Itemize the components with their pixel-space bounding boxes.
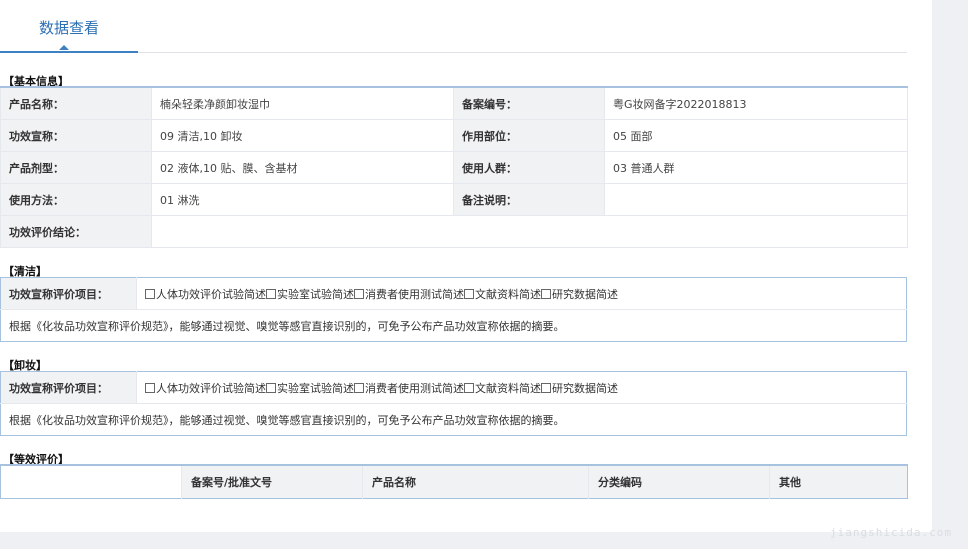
- dosage-form-value: 02 液体,10 贴、膜、含基材: [151, 151, 454, 184]
- checkbox-icon[interactable]: [145, 382, 155, 393]
- option-lab-test[interactable]: 实验室试验简述: [266, 288, 354, 301]
- target-users-value: 03 普通人群: [604, 151, 908, 184]
- table-row: 功效宣称评价项目： 人体功效评价试验简述 实验室试验简述 消费者使用测试简述 文献资料…: [0, 277, 907, 310]
- checkbox-icon[interactable]: [266, 288, 276, 299]
- option-research-data[interactable]: 研究数据简述: [541, 288, 618, 301]
- dosage-form-label: 产品剂型：: [0, 151, 152, 184]
- checkbox-icon[interactable]: [354, 288, 364, 299]
- header-blank: [0, 465, 182, 499]
- checkbox-icon[interactable]: [541, 288, 551, 299]
- remarks-value: [604, 183, 908, 216]
- header-category-code: 分类编码: [588, 465, 770, 499]
- evaluation-item-label: 功效宣称评价项目：: [0, 371, 137, 404]
- option-literature[interactable]: 文献资料简述: [464, 382, 541, 395]
- table-header-row: 备案号/批准文号 产品名称 分类编码 其他: [0, 465, 908, 499]
- makeup-removal-claim-table: 功效宣称评价项目： 人体功效评价试验简述 实验室试验简述 消费者使用测试简述 文献资料…: [0, 371, 907, 436]
- header-filing-number: 备案号/批准文号: [181, 465, 363, 499]
- exemption-note: 根据《化妆品功效宣称评价规范》，能够通过视觉、嗅觉等感官直接识别的，可免予公布产…: [0, 309, 907, 342]
- table-row: 根据《化妆品功效宣称评价规范》，能够通过视觉、嗅觉等感官直接识别的，可免予公布产…: [0, 309, 907, 342]
- target-users-label: 使用人群：: [453, 151, 605, 184]
- application-area-value: 05 面部: [604, 119, 908, 152]
- usage-method-value: 01 淋洗: [151, 183, 454, 216]
- table-row: 使用方法： 01 淋洗 备注说明：: [0, 183, 908, 216]
- header-product-name: 产品名称: [362, 465, 589, 499]
- filing-number-value: 粤G妆网备字2022018813: [604, 86, 908, 120]
- checkbox-icon[interactable]: [464, 382, 474, 393]
- product-name-label: 产品名称：: [0, 86, 152, 120]
- cleansing-claim-table: 功效宣称评价项目： 人体功效评价试验简述 实验室试验简述 消费者使用测试简述 文献资料…: [0, 277, 907, 342]
- option-human-test[interactable]: 人体功效评价试验简述: [145, 382, 266, 395]
- table-row: 功效宣称评价项目： 人体功效评价试验简述 实验室试验简述 消费者使用测试简述 文献资料…: [0, 371, 907, 404]
- main-panel: 数据查看 【基本信息】 产品名称： 楠朵轻柔净颜卸妆湿巾 备案编号： 粤G妆网备…: [0, 0, 932, 532]
- product-name-value: 楠朵轻柔净颜卸妆湿巾: [151, 86, 454, 120]
- table-row: 功效评价结论：: [0, 215, 908, 248]
- checkbox-icon[interactable]: [145, 288, 155, 299]
- application-area-label: 作用部位：: [453, 119, 605, 152]
- page-title[interactable]: 数据查看: [0, 0, 138, 53]
- option-literature[interactable]: 文献资料简述: [464, 288, 541, 301]
- remarks-label: 备注说明：: [453, 183, 605, 216]
- checkbox-icon[interactable]: [266, 382, 276, 393]
- checkbox-icon[interactable]: [541, 382, 551, 393]
- efficacy-conclusion-label: 功效评价结论：: [0, 215, 152, 248]
- checkbox-icon[interactable]: [354, 382, 364, 393]
- efficacy-claim-label: 功效宣称：: [0, 119, 152, 152]
- title-bar: 数据查看: [0, 0, 907, 53]
- filing-number-label: 备案编号：: [453, 86, 605, 120]
- option-research-data[interactable]: 研究数据简述: [541, 382, 618, 395]
- usage-method-label: 使用方法：: [0, 183, 152, 216]
- basic-info-table: 产品名称： 楠朵轻柔净颜卸妆湿巾 备案编号： 粤G妆网备字2022018813 …: [0, 86, 908, 248]
- exemption-note: 根据《化妆品功效宣称评价规范》，能够通过视觉、嗅觉等感官直接识别的，可免予公布产…: [0, 403, 907, 436]
- equivalence-table: 备案号/批准文号 产品名称 分类编码 其他: [0, 464, 908, 499]
- option-lab-test[interactable]: 实验室试验简述: [266, 382, 354, 395]
- efficacy-conclusion-value: [151, 215, 908, 248]
- checkbox-icon[interactable]: [464, 288, 474, 299]
- watermark: jiangshicida.com: [830, 526, 952, 539]
- header-other: 其他: [769, 465, 908, 499]
- evaluation-item-label: 功效宣称评价项目：: [0, 277, 137, 310]
- table-row: 产品剂型： 02 液体,10 贴、膜、含基材 使用人群： 03 普通人群: [0, 151, 908, 184]
- evaluation-options: 人体功效评价试验简述 实验室试验简述 消费者使用测试简述 文献资料简述 研究数据简述: [136, 371, 907, 404]
- option-human-test[interactable]: 人体功效评价试验简述: [145, 288, 266, 301]
- option-consumer-test[interactable]: 消费者使用测试简述: [354, 382, 464, 395]
- option-consumer-test[interactable]: 消费者使用测试简述: [354, 288, 464, 301]
- table-row: 产品名称： 楠朵轻柔净颜卸妆湿巾 备案编号： 粤G妆网备字2022018813: [0, 86, 908, 120]
- efficacy-claim-value: 09 清洁,10 卸妆: [151, 119, 454, 152]
- evaluation-options: 人体功效评价试验简述 实验室试验简述 消费者使用测试简述 文献资料简述 研究数据简述: [136, 277, 907, 310]
- active-tab-caret-icon: [59, 45, 69, 50]
- table-row: 根据《化妆品功效宣称评价规范》，能够通过视觉、嗅觉等感官直接识别的，可免予公布产…: [0, 403, 907, 436]
- table-row: 功效宣称： 09 清洁,10 卸妆 作用部位： 05 面部: [0, 119, 908, 152]
